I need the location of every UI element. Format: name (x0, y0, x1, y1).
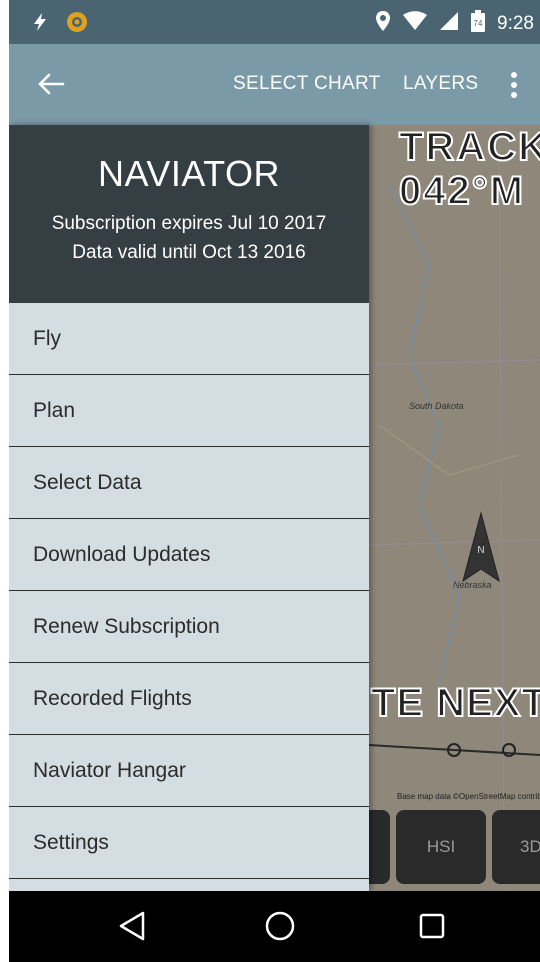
app-bar: SELECT CHART LAYERS (9, 44, 540, 125)
next-waypoint-label: TE NEXT (370, 680, 540, 726)
location-icon (375, 10, 391, 37)
system-nav-bar (9, 891, 540, 962)
more-vert-icon[interactable] (507, 70, 521, 100)
track-heading-value: 042°M (398, 168, 526, 214)
map-view[interactable]: TRACK 042°M South Dakota Nebraska N TE N… (369, 125, 540, 891)
home-circle-icon[interactable] (264, 910, 296, 947)
select-chart-button[interactable]: SELECT CHART (233, 73, 381, 95)
menu-item-fly[interactable]: Fly (9, 303, 369, 375)
map-credit: Base map data ©OpenStreetMap contributor… (397, 792, 540, 801)
track-heading-label: TRACK (398, 125, 540, 170)
layers-button[interactable]: LAYERS (403, 73, 478, 95)
drawer-menu: Fly Plan Select Data Download Updates Re… (9, 303, 369, 879)
menu-item-recorded-flights[interactable]: Recorded Flights (9, 663, 369, 735)
menu-item-settings[interactable]: Settings (9, 807, 369, 879)
menu-item-naviator-hangar[interactable]: Naviator Hangar (9, 735, 369, 807)
menu-item-select-data[interactable]: Select Data (9, 447, 369, 519)
svg-text:74: 74 (474, 19, 483, 28)
navigation-drawer: NAVIATOR Subscription expires Jul 10 201… (9, 125, 369, 891)
3d-button[interactable]: 3D (492, 810, 540, 884)
arrow-left-icon[interactable] (35, 68, 67, 100)
data-valid-until: Data valid until Oct 13 2016 (72, 242, 306, 263)
subscription-expiry: Subscription expires Jul 10 2017 (51, 213, 327, 234)
hsi-button[interactable]: HSI (396, 810, 486, 884)
flash-icon (29, 11, 51, 38)
ownship-arrow-icon: N (461, 511, 501, 588)
app-screen: 74 9:28 SELECT CHART LAYERS TRACK 042°M … (9, 0, 540, 962)
wifi-icon (403, 11, 428, 36)
menu-item-download-updates[interactable]: Download Updates (9, 519, 369, 591)
map-background (369, 125, 540, 891)
map-mode-button[interactable] (369, 810, 390, 884)
map-state-label: South Dakota (409, 401, 464, 411)
signal-icon (439, 11, 459, 36)
menu-item-renew-subscription[interactable]: Renew Subscription (9, 591, 369, 663)
clock-time: 9:28 (497, 12, 534, 34)
drawer-title: NAVIATOR (97, 153, 281, 194)
drawer-header: NAVIATOR Subscription expires Jul 10 201… (9, 125, 369, 303)
north-label: N (477, 545, 484, 556)
notification-app-icon (65, 10, 89, 39)
battery-icon: 74 (471, 10, 486, 37)
recent-apps-icon[interactable] (419, 913, 445, 944)
back-triangle-icon[interactable] (117, 910, 147, 947)
status-bar: 74 9:28 (9, 0, 540, 44)
menu-item-plan[interactable]: Plan (9, 375, 369, 447)
